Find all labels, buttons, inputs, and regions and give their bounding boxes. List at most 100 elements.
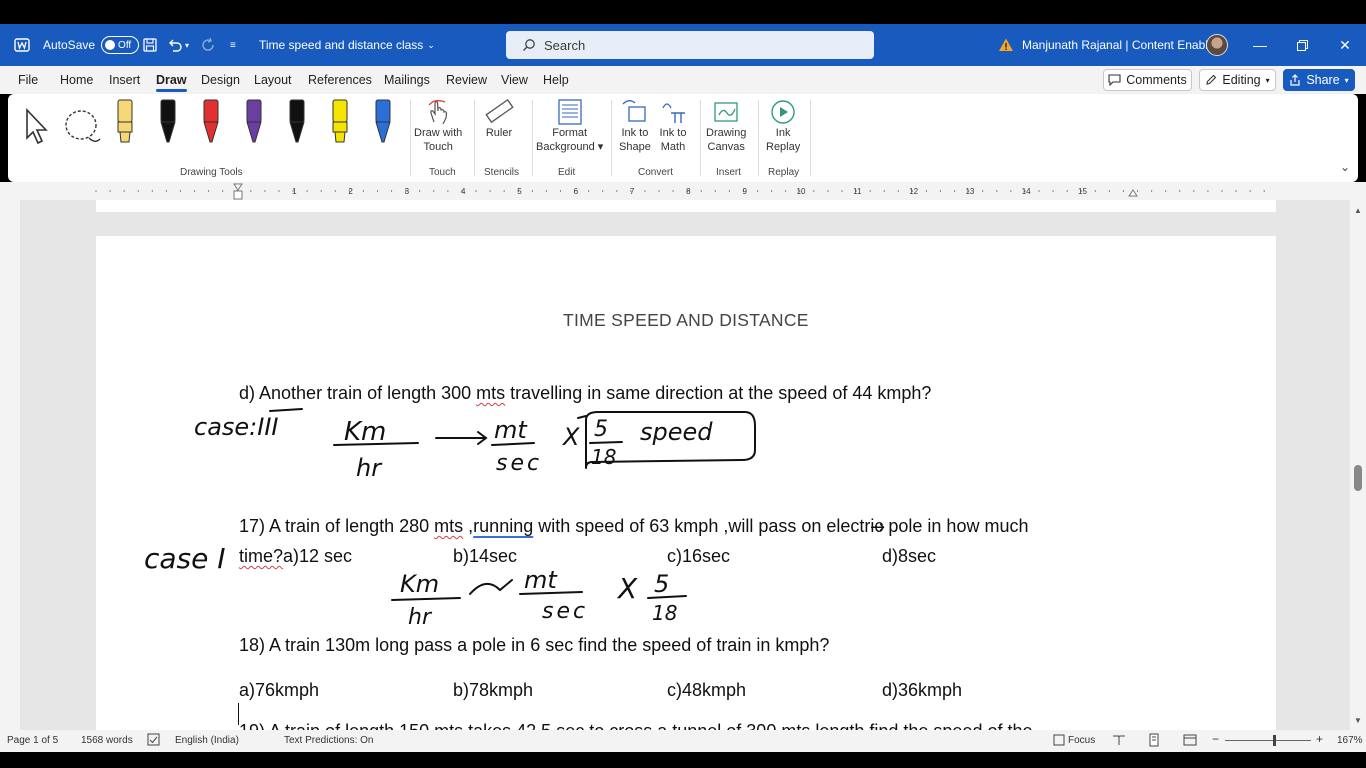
ink-case-3-label: case:III <box>194 413 279 441</box>
customize-toolbar-icon[interactable]: ≡ <box>230 24 236 66</box>
scrollbar-thumb[interactable] <box>1354 465 1362 491</box>
lasso-select-tool[interactable] <box>62 108 102 146</box>
indent-marker[interactable] <box>233 183 243 200</box>
autosave-switch[interactable]: Off <box>101 36 140 54</box>
tab-design[interactable]: Design <box>201 73 240 87</box>
print-layout-icon[interactable] <box>1147 733 1161 750</box>
focus-icon[interactable] <box>1052 733 1066 750</box>
minimize-icon[interactable]: — <box>1240 24 1280 66</box>
ink-five-2: 5 <box>654 570 669 598</box>
zoom-slider[interactable] <box>1225 740 1311 741</box>
ruler-label: 7 <box>630 187 635 196</box>
pencil-icon <box>1206 74 1217 85</box>
zoom-out-icon[interactable]: − <box>1212 732 1219 746</box>
cursor-arrow-icon <box>26 108 48 145</box>
undo-icon[interactable]: ▾ <box>167 24 189 66</box>
pen-1[interactable] <box>115 98 135 148</box>
ruler-label: 6 <box>574 187 579 196</box>
ink-to-shape-button[interactable]: Ink to Shape <box>619 98 651 154</box>
pen-4[interactable] <box>244 98 264 148</box>
user-name[interactable]: Manjunath Rajanal | Content Enablers <box>1022 24 1225 66</box>
select-objects-tool[interactable] <box>22 108 52 146</box>
chevron-down-icon: ▾ <box>1344 75 1349 85</box>
ink-fraction-bar <box>391 597 461 601</box>
pen-7[interactable] <box>373 98 393 148</box>
ink-multiply: X <box>561 423 580 451</box>
drawing-canvas-label-1: Drawing <box>706 127 747 139</box>
tab-home[interactable]: Home <box>60 73 93 87</box>
word-count[interactable]: 1568 words <box>81 735 133 746</box>
share-button[interactable]: Share ▾ <box>1283 69 1355 91</box>
word-app-icon[interactable] <box>14 24 30 66</box>
language-status[interactable]: English (India) <box>175 735 239 746</box>
page-count[interactable]: Page 1 of 5 <box>7 735 58 746</box>
horizontal-ruler[interactable]: 1 2 3 4 5 6 7 8 9 10 11 12 13 14 15 <box>0 182 1366 200</box>
document-title-button[interactable]: Time speed and distance class ⌄ <box>259 24 435 66</box>
ink-case-1-label: case I <box>144 542 226 575</box>
ruler-label: 9 <box>742 187 747 196</box>
close-icon[interactable]: ✕ <box>1325 24 1365 66</box>
tab-insert[interactable]: Insert <box>109 73 140 87</box>
tab-draw[interactable]: Draw <box>156 73 187 92</box>
ink-replay-button[interactable]: Ink Replay <box>766 98 800 154</box>
collapse-ribbon-icon[interactable]: ⌄ <box>1340 160 1350 174</box>
group-divider <box>611 100 612 176</box>
pen-3[interactable] <box>201 98 221 148</box>
ink-replay-icon <box>771 100 795 124</box>
tab-references[interactable]: References <box>308 73 372 87</box>
ink-to-math-label-2: Math <box>660 141 686 153</box>
proofing-icon[interactable] <box>147 733 160 749</box>
drawing-canvas-icon <box>714 102 738 122</box>
read-mode-icon[interactable] <box>1112 733 1126 750</box>
format-background-button[interactable]: Format Background ▾ <box>536 98 603 154</box>
draw-with-touch-button[interactable]: Draw with Touch <box>414 98 462 154</box>
ink-sec-2: sec <box>542 599 588 624</box>
pen-2[interactable] <box>158 98 178 148</box>
drawing-canvas-button[interactable]: Drawing Canvas <box>706 98 746 154</box>
save-icon[interactable] <box>142 24 158 66</box>
zoom-slider-thumb[interactable] <box>1273 735 1276 746</box>
tab-help[interactable]: Help <box>543 73 569 87</box>
group-divider <box>758 100 759 176</box>
text-predictions-status[interactable]: Text Predictions: On <box>284 735 373 746</box>
zoom-level[interactable]: 167% <box>1337 735 1363 746</box>
ruler-label: 1 <box>292 187 297 196</box>
pen-6[interactable] <box>330 98 350 148</box>
document-area: TIME SPEED AND DISTANCE d) Another train… <box>0 200 1366 730</box>
tab-review[interactable]: Review <box>446 73 487 87</box>
pen-5[interactable] <box>287 98 307 148</box>
ruler-icon <box>485 98 514 124</box>
right-indent-marker[interactable] <box>1128 189 1138 197</box>
scroll-up-icon[interactable]: ▲ <box>1354 206 1362 215</box>
ink-arrow <box>435 431 488 445</box>
group-label-edit: Edit <box>558 167 576 178</box>
restore-icon[interactable] <box>1282 24 1322 66</box>
document-title: Time speed and distance class <box>259 38 424 52</box>
avatar[interactable] <box>1206 34 1228 56</box>
ink-sec: sec <box>496 451 542 476</box>
warning-icon[interactable] <box>998 24 1014 66</box>
comments-button[interactable]: Comments <box>1103 69 1192 91</box>
vertical-scrollbar[interactable]: ▲ ▼ <box>1350 200 1366 730</box>
editing-mode-button[interactable]: Editing ▾ <box>1199 69 1276 91</box>
ruler-label: 3 <box>405 187 410 196</box>
undo-dropdown-icon[interactable]: ▾ <box>185 41 189 50</box>
ink-hr: hr <box>356 454 383 482</box>
draw-with-touch-label-1: Draw with <box>414 127 463 139</box>
ink-to-shape-icon <box>622 100 646 122</box>
autosave-toggle[interactable]: AutoSave Off <box>43 24 140 66</box>
web-layout-icon[interactable] <box>1183 733 1197 750</box>
search-box[interactable]: Search <box>506 31 874 59</box>
ruler-label: 10 <box>797 187 806 196</box>
ink-to-math-button[interactable]: Ink to Math <box>659 98 687 154</box>
ruler-button[interactable]: Ruler <box>484 98 514 140</box>
menu-bar: File Home Insert Draw Design Layout Refe… <box>0 66 1366 94</box>
scroll-down-icon[interactable]: ▼ <box>1354 716 1362 725</box>
focus-label[interactable]: Focus <box>1068 735 1095 746</box>
zoom-in-icon[interactable]: + <box>1316 732 1323 746</box>
redo-icon[interactable] <box>201 24 217 66</box>
tab-file[interactable]: File <box>18 73 38 87</box>
tab-mailings[interactable]: Mailings <box>384 73 430 87</box>
tab-view[interactable]: View <box>501 73 528 87</box>
tab-layout[interactable]: Layout <box>254 73 292 87</box>
